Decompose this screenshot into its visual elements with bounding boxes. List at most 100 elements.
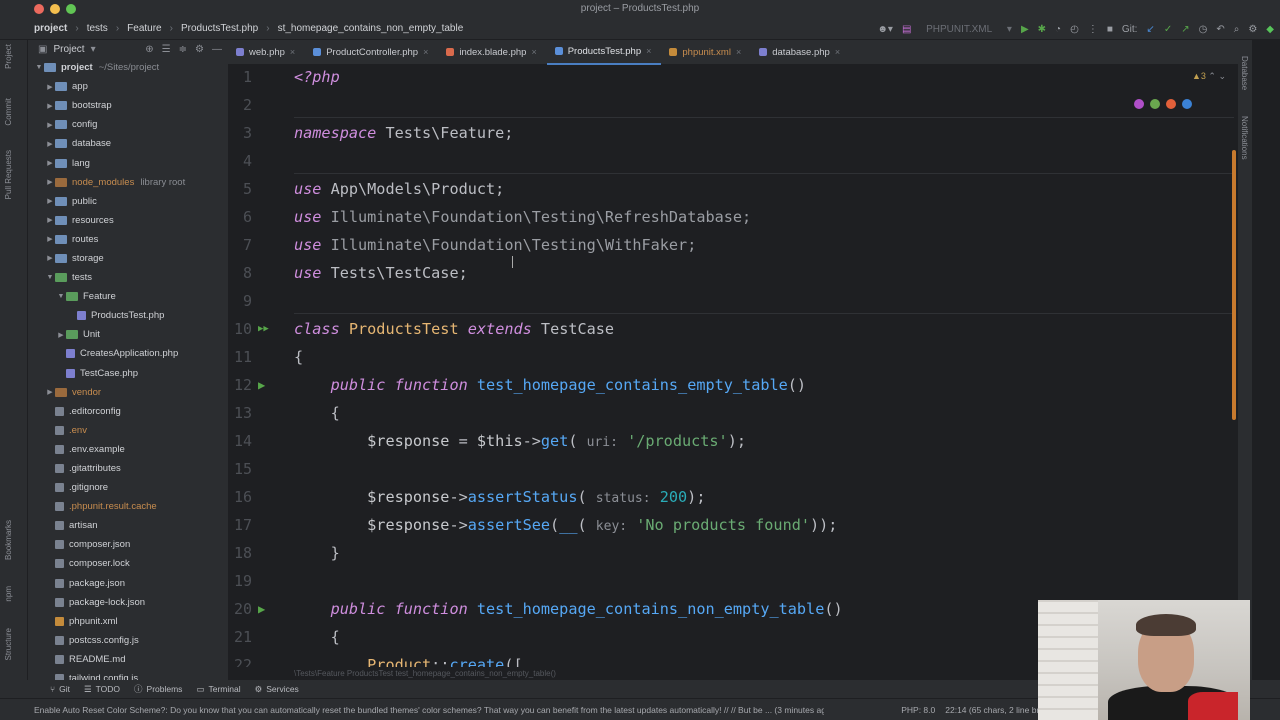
chevron-down-icon[interactable]: ▼ xyxy=(34,64,44,71)
tree-item[interactable]: ▶ app xyxy=(28,77,228,96)
chevron-down-icon[interactable]: ▼ xyxy=(56,293,66,300)
tree-item[interactable]: .gitignore xyxy=(28,478,228,497)
chevron-right-icon[interactable]: ▶ xyxy=(45,388,55,396)
php-version[interactable]: PHP: 8.0 xyxy=(901,705,935,715)
code-line[interactable]: 1 <?php xyxy=(228,65,1238,91)
tree-item[interactable]: ▶ routes xyxy=(28,230,228,249)
profile-icon[interactable]: ◴ xyxy=(1070,24,1079,35)
git-history-icon[interactable]: ◷ xyxy=(1199,24,1208,35)
code-line[interactable]: 10 ▶▶ class ProductsTest extends TestCase xyxy=(228,315,1238,343)
tree-item[interactable]: ▶ config xyxy=(28,115,228,134)
code-line[interactable]: 2 xyxy=(228,91,1238,119)
code-line[interactable]: 8 use Tests\TestCase; xyxy=(228,259,1238,287)
tree-item[interactable]: ▼ project ~/Sites/project xyxy=(28,58,228,77)
chevron-down-icon[interactable]: ▼ xyxy=(45,274,55,281)
tree-item[interactable]: ▶ storage xyxy=(28,249,228,268)
editor-tab[interactable]: index.blade.php × xyxy=(438,40,546,65)
chevron-right-icon[interactable]: ▶ xyxy=(45,83,55,91)
code-line[interactable]: 14 $response = $this->get( uri: '/produc… xyxy=(228,427,1238,455)
tree-item[interactable]: TestCase.php xyxy=(28,364,228,383)
run-test-gutter-icon[interactable]: ▶ xyxy=(258,602,272,616)
editor-tab[interactable]: phpunit.xml × xyxy=(661,40,751,65)
breadcrumb-file[interactable]: ProductsTest.php xyxy=(181,23,258,34)
chevron-right-icon[interactable]: ▶ xyxy=(45,121,55,129)
close-tab-icon[interactable]: × xyxy=(290,47,295,57)
editor-tab[interactable]: database.php × xyxy=(751,40,850,65)
code-line[interactable]: 17 $response->assertSee(__( key: 'No pro… xyxy=(228,511,1238,539)
database-tool-tab[interactable]: Database xyxy=(1240,56,1249,90)
tree-item[interactable]: package.json xyxy=(28,574,228,593)
chevron-right-icon[interactable]: ▶ xyxy=(45,159,55,167)
tree-item[interactable]: README.md xyxy=(28,650,228,669)
window-controls[interactable] xyxy=(34,4,76,14)
breadcrumb-project[interactable]: project xyxy=(34,23,67,34)
run-test-gutter-icon[interactable]: ▶ xyxy=(258,378,272,392)
more-run-icon[interactable]: ⋮ xyxy=(1088,24,1098,35)
maximize-window-icon[interactable] xyxy=(66,4,76,14)
structure-tool-tab[interactable]: Structure xyxy=(4,628,13,660)
tree-item[interactable]: composer.lock xyxy=(28,554,228,573)
code-line[interactable]: 19 xyxy=(228,567,1238,595)
chevron-right-icon[interactable]: ▶ xyxy=(45,178,55,186)
expand-all-icon[interactable]: ☰ xyxy=(162,44,171,55)
tree-item[interactable]: .phpunit.result.cache xyxy=(28,497,228,516)
code-editor[interactable]: ▲3 ⌃ ⌄ 1 <?php 2 3 namespace Tests\Feature; 4… xyxy=(228,65,1238,667)
editor-tab[interactable]: ProductsTest.php × xyxy=(546,40,662,65)
services-tool-button[interactable]: ⚙ Services xyxy=(255,684,299,695)
git-update-icon[interactable]: ↙ xyxy=(1146,24,1154,35)
notifications-tool-tab[interactable]: Notifications xyxy=(1240,116,1249,160)
chevron-right-icon[interactable]: ▶ xyxy=(45,254,55,262)
close-tab-icon[interactable]: × xyxy=(835,47,840,57)
chevron-right-icon[interactable]: ▶ xyxy=(45,102,55,110)
debug-icon[interactable]: ✱ xyxy=(1038,24,1046,35)
tree-item[interactable]: ▼ Feature xyxy=(28,287,228,306)
tree-item[interactable]: ▶ lang xyxy=(28,153,228,172)
code-line[interactable]: 15 xyxy=(228,455,1238,483)
tree-item[interactable]: ProductsTest.php xyxy=(28,306,228,325)
tree-item[interactable]: ▶ bootstrap xyxy=(28,96,228,115)
git-tool-button[interactable]: ⑂ Git xyxy=(50,684,70,694)
code-line[interactable]: 11 { xyxy=(228,343,1238,371)
code-line[interactable]: 4 xyxy=(228,147,1238,175)
run-test-gutter-icon[interactable]: ▶▶ xyxy=(258,322,272,336)
tree-item[interactable]: composer.json xyxy=(28,535,228,554)
gear-icon[interactable]: ⚙ xyxy=(195,44,204,55)
tree-item[interactable]: ▶ node_modules library root xyxy=(28,173,228,192)
tree-item[interactable]: ▶ resources xyxy=(28,211,228,230)
hide-icon[interactable]: — xyxy=(212,44,222,55)
settings-gear-icon[interactable]: ⚙ xyxy=(1248,24,1257,35)
close-tab-icon[interactable]: × xyxy=(736,47,741,57)
terminal-tool-button[interactable]: ▭ Terminal xyxy=(196,684,240,695)
chevron-right-icon[interactable]: ▶ xyxy=(56,331,66,339)
tree-item[interactable]: ▼ tests xyxy=(28,268,228,287)
minimize-window-icon[interactable] xyxy=(50,4,60,14)
code-line[interactable]: 12 ▶ public function test_homepage_contai… xyxy=(228,371,1238,399)
tree-item[interactable]: .gitattributes xyxy=(28,459,228,478)
status-message[interactable]: Enable Auto Reset Color Scheme?: Do you … xyxy=(34,705,824,715)
project-tool-tab[interactable]: Project xyxy=(4,44,13,69)
stop-icon[interactable]: ■ xyxy=(1107,24,1113,35)
breadcrumb-tests[interactable]: tests xyxy=(87,23,108,34)
tree-item[interactable]: .editorconfig xyxy=(28,402,228,421)
tree-item[interactable]: ▶ database xyxy=(28,134,228,153)
git-commit-icon[interactable]: ✓ xyxy=(1164,24,1172,35)
project-panel-title[interactable]: Project xyxy=(53,44,84,55)
npm-tool-tab[interactable]: npm xyxy=(4,586,13,602)
editor-tab[interactable]: ProductController.php × xyxy=(305,40,438,65)
tree-item[interactable]: phpunit.xml xyxy=(28,612,228,631)
code-line[interactable]: 3 namespace Tests\Feature; xyxy=(228,119,1238,147)
user-icon[interactable]: ☻▾ xyxy=(877,24,893,35)
breadcrumb-feature[interactable]: Feature xyxy=(127,23,161,34)
code-line[interactable]: 9 xyxy=(228,287,1238,315)
code-line[interactable]: 7 use Illuminate\Foundation\Testing\WithF… xyxy=(228,231,1238,259)
close-tab-icon[interactable]: × xyxy=(423,47,428,57)
bookmarks-tool-tab[interactable]: Bookmarks xyxy=(4,520,13,560)
chevron-right-icon[interactable]: ▶ xyxy=(45,197,55,205)
tree-item[interactable]: package-lock.json xyxy=(28,593,228,612)
commit-tool-tab[interactable]: Commit xyxy=(4,98,13,126)
code-line[interactable]: 6 use Illuminate\Foundation\Testing\Refre… xyxy=(228,203,1238,231)
locate-icon[interactable]: ⊕ xyxy=(145,44,153,55)
run-config-select[interactable]: ▤ PHPUNIT.XML ▾ xyxy=(902,24,1012,35)
search-icon[interactable]: ⌕ xyxy=(1234,24,1240,35)
chevron-right-icon[interactable]: ▶ xyxy=(45,140,55,148)
